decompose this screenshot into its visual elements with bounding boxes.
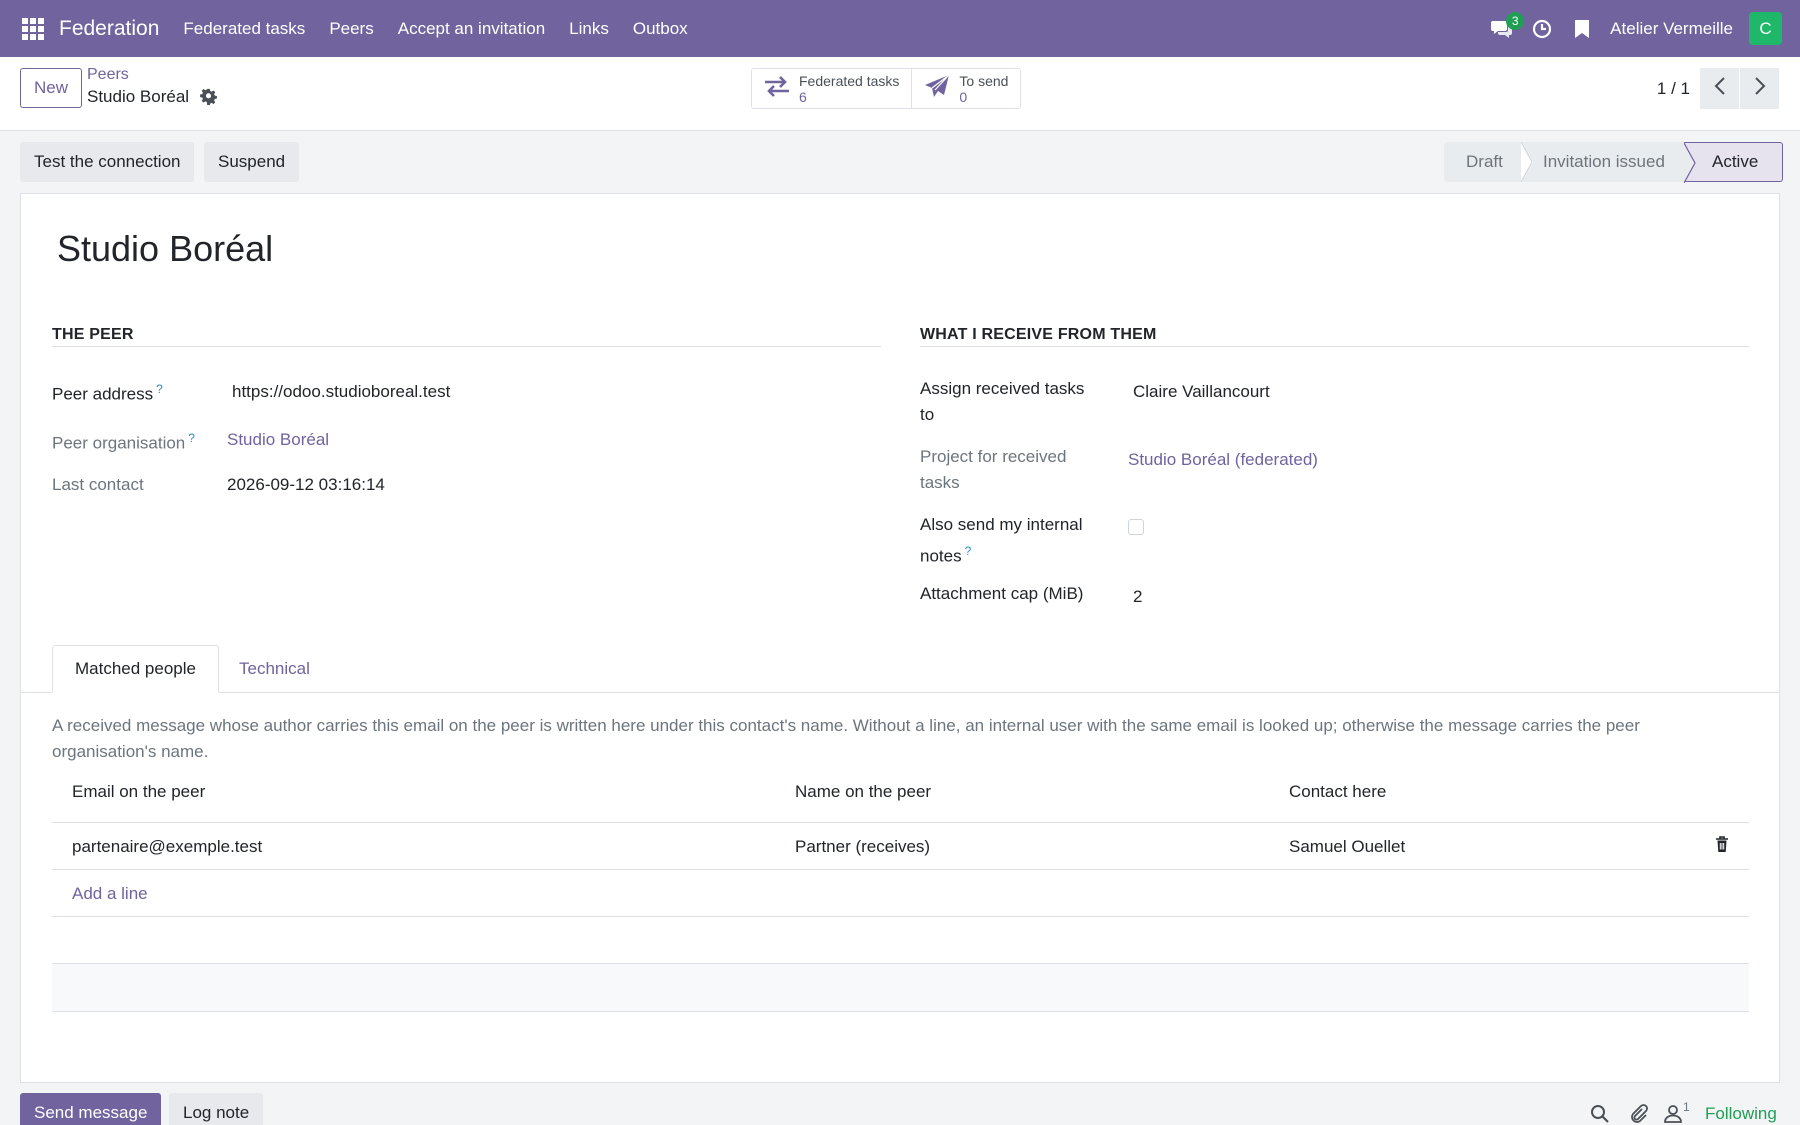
smart-button-label: To send — [959, 72, 1009, 89]
add-a-line-link[interactable]: Add a line — [72, 884, 148, 904]
last-contact-label: Last contact — [52, 475, 144, 494]
smart-buttons: Federated tasks 6 To send 0 — [751, 68, 1022, 109]
activity-clock-icon[interactable] — [1522, 0, 1562, 57]
column-header-email[interactable]: Email on the peer — [72, 782, 205, 802]
last-contact-value: 2026-09-12 03:16:14 — [227, 475, 385, 494]
top-navbar: Federation Federated tasks Peers Accept … — [0, 0, 1800, 57]
stage-invitation-issued[interactable]: Invitation issued — [1521, 142, 1684, 182]
menu-peers[interactable]: Peers — [317, 0, 385, 57]
project-received-tasks-label: Project for received tasks — [920, 447, 1067, 492]
to-send-smart-button[interactable]: To send 0 — [911, 69, 1020, 108]
attachment-cap-label: Attachment cap (MiB) — [920, 584, 1084, 603]
send-message-button[interactable]: Send message — [20, 1093, 162, 1125]
section-heading-receive: WHAT I RECEIVE FROM THEM — [920, 326, 1157, 343]
breadcrumb-peers-link[interactable]: Peers — [87, 66, 129, 84]
matched-people-help-text: A received message whose author carries … — [52, 716, 1640, 761]
record-title[interactable]: Studio Boréal — [57, 228, 273, 270]
peer-address-field[interactable]: https://odoo.studioboreal.test — [232, 379, 450, 405]
row-divider — [52, 1011, 1749, 1012]
help-tooltip-icon[interactable]: ? — [156, 382, 163, 396]
row-divider — [52, 869, 1749, 870]
smart-button-value: 6 — [799, 88, 807, 105]
stage-active[interactable]: Active — [1684, 142, 1783, 183]
cell-name[interactable]: Partner (receives) — [795, 837, 930, 857]
tab-technical[interactable]: Technical — [239, 645, 310, 693]
stage-draft[interactable]: Draft — [1444, 142, 1521, 182]
section-divider — [920, 346, 1749, 347]
row-divider — [52, 916, 1749, 917]
help-tooltip-icon[interactable]: ? — [188, 431, 195, 445]
test-connection-button[interactable]: Test the connection — [20, 142, 195, 182]
column-header-contact[interactable]: Contact here — [1289, 782, 1386, 802]
project-received-tasks-link[interactable]: Studio Boréal (federated) — [1128, 447, 1318, 473]
status-stages: Draft Invitation issued Active — [1444, 142, 1783, 183]
suspend-button[interactable]: Suspend — [204, 142, 300, 182]
pager-previous-button[interactable] — [1700, 68, 1739, 109]
paper-plane-icon — [924, 74, 950, 103]
new-button[interactable]: New — [20, 68, 82, 108]
column-header-name[interactable]: Name on the peer — [795, 782, 931, 802]
menu-links[interactable]: Links — [557, 0, 621, 57]
app-name[interactable]: Federation — [59, 17, 159, 41]
followers-count: 1 — [1683, 1100, 1690, 1114]
chevron-right-icon — [1754, 77, 1766, 100]
help-tooltip-icon[interactable]: ? — [965, 544, 972, 558]
messaging-icon[interactable]: 3 — [1482, 0, 1525, 57]
peer-address-label: Peer address? — [52, 382, 163, 404]
trash-icon[interactable] — [1715, 836, 1729, 858]
assign-received-tasks-field[interactable]: Claire Vaillancourt — [1133, 379, 1270, 405]
federated-tasks-smart-button[interactable]: Federated tasks 6 — [752, 69, 911, 108]
menu-accept-invitation[interactable]: Accept an invitation — [386, 0, 557, 57]
table-header-divider — [52, 822, 1749, 823]
arrows-exchange-icon — [764, 75, 790, 102]
smart-button-value: 0 — [959, 88, 968, 105]
paperclip-icon[interactable] — [1629, 1104, 1649, 1125]
attachment-cap-field[interactable]: 2 — [1133, 584, 1142, 610]
pager-value: 1 / 1 — [1656, 79, 1690, 98]
log-note-button[interactable]: Log note — [169, 1093, 264, 1125]
smart-button-label: Federated tasks — [799, 72, 900, 89]
peer-organisation-label: Peer organisation? — [52, 431, 195, 453]
send-internal-notes-label: Also send my internal notes? — [920, 515, 1083, 566]
tab-matched-people[interactable]: Matched people — [52, 645, 219, 693]
peer-organisation-link[interactable]: Studio Boréal — [227, 427, 329, 453]
breadcrumb-current: Studio Boréal — [87, 87, 190, 106]
bookmark-icon[interactable] — [1562, 0, 1602, 57]
menu-outbox[interactable]: Outbox — [621, 0, 700, 57]
control-panel: New Peers Studio Boréal Federated tasks … — [0, 57, 1800, 131]
company-switcher[interactable]: Atelier Vermeille — [1610, 19, 1733, 39]
assign-received-tasks-label: Assign received tasks to — [920, 379, 1085, 424]
section-divider — [52, 346, 881, 347]
chevron-left-icon — [1714, 77, 1726, 100]
send-internal-notes-checkbox[interactable] — [1128, 519, 1144, 535]
pager-next-button[interactable] — [1740, 68, 1779, 109]
stage-label: Active — [1712, 152, 1759, 171]
menu-federated-tasks[interactable]: Federated tasks — [171, 0, 317, 57]
stage-label: Draft — [1466, 152, 1503, 171]
cell-email[interactable]: partenaire@exemple.test — [72, 837, 262, 857]
empty-row — [52, 964, 1749, 1011]
user-avatar[interactable]: C — [1749, 12, 1782, 45]
section-heading-peer: THE PEER — [52, 326, 134, 343]
cell-contact[interactable]: Samuel Ouellet — [1289, 837, 1405, 857]
following-button[interactable]: Following — [1705, 1104, 1777, 1124]
gear-icon[interactable] — [200, 88, 217, 110]
apps-menu-icon[interactable] — [0, 0, 66, 57]
search-icon[interactable] — [1590, 1104, 1609, 1125]
form-sheet: Studio Boréal THE PEER Peer address? htt… — [20, 193, 1780, 1083]
followers-icon[interactable] — [1664, 1104, 1682, 1125]
stage-label: Invitation issued — [1543, 152, 1665, 171]
